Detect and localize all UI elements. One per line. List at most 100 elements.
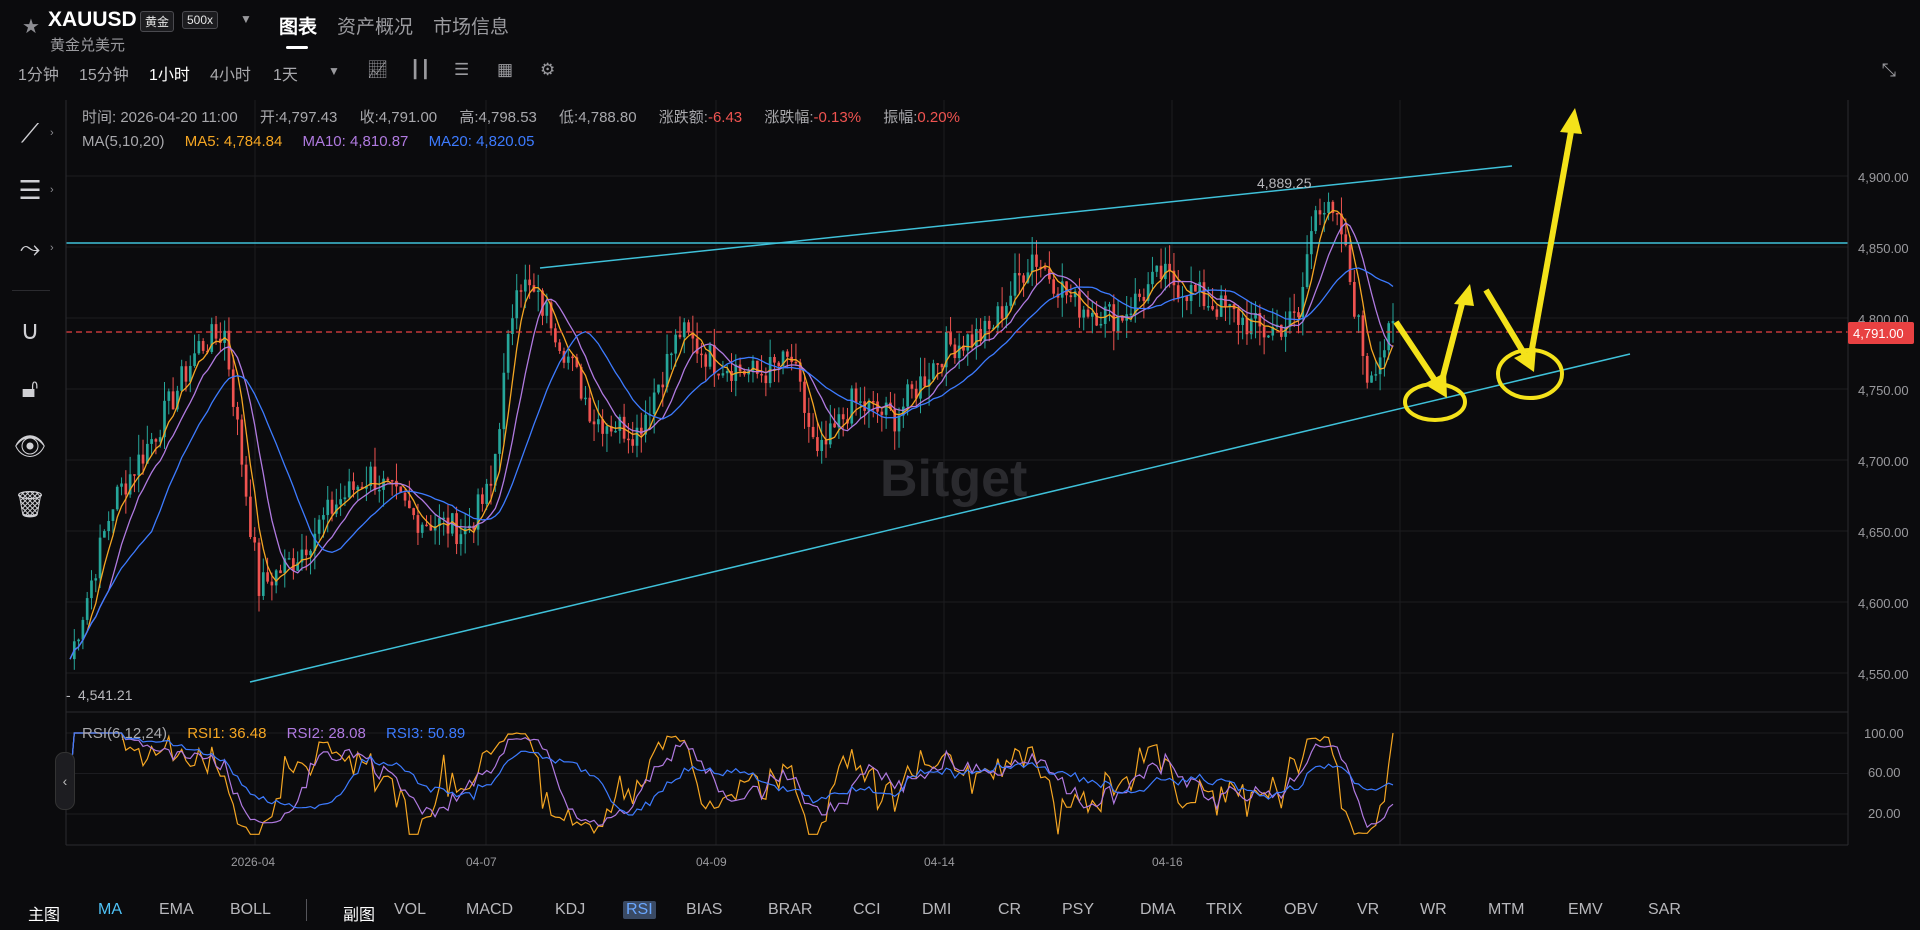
candle-body (416, 515, 420, 533)
candle-body (377, 489, 381, 492)
indicator-kdj[interactable]: KDJ (555, 901, 585, 919)
candle-body (932, 363, 935, 380)
candle-body (343, 497, 347, 500)
indicator-bar: 主图 MA EMA BOLL 副图 VOL MACD KDJ RSI BIAS BRAR C… (0, 885, 1920, 925)
candle-body (820, 439, 824, 452)
candle-body (85, 598, 89, 620)
indicator-cr[interactable]: CR (998, 901, 1021, 919)
candle-body (244, 464, 248, 497)
candle-body (322, 515, 325, 520)
high-marker: 4,889.25 (1257, 175, 1312, 191)
candle-body (545, 302, 549, 316)
annotation-arrow-up-1[interactable] (1437, 295, 1467, 389)
candle-body (588, 397, 592, 422)
candle-body (270, 581, 274, 586)
candle-body (1185, 296, 1189, 302)
indicator-dma[interactable]: DMA (1140, 901, 1176, 919)
candle-body (455, 513, 458, 545)
indicator-rsi[interactable]: RSI (623, 901, 656, 919)
candle-body (1069, 295, 1073, 298)
candle-body (240, 419, 244, 465)
candle-body (515, 290, 519, 319)
rsi1-line (69, 732, 1394, 836)
candle-body (103, 531, 106, 538)
rsi-axis: 100.00 60.00 20.00 (1864, 726, 1904, 821)
candle-body (171, 391, 175, 410)
candle-body (420, 524, 424, 533)
date-tick: 2026-04 (231, 855, 275, 869)
annotation-arrow-down-2[interactable] (1483, 288, 1531, 362)
ascending-resistance-line[interactable] (539, 165, 1513, 269)
candle-body (897, 415, 901, 432)
indicator-vol[interactable]: VOL (394, 901, 426, 919)
candle-body (523, 279, 527, 292)
candle-body (227, 330, 231, 370)
indicator-vr[interactable]: VR (1357, 901, 1379, 919)
candle-body (1348, 245, 1352, 282)
candle-body (214, 324, 218, 339)
candle-body (1378, 357, 1382, 375)
indicator-psy[interactable]: PSY (1062, 901, 1094, 919)
ma5-number: 4,784.84 (223, 133, 283, 150)
price-axis: 4,900.00 4,850.00 4,800.00 4,750.00 4,70… (1858, 170, 1909, 682)
candle-body (566, 356, 570, 363)
candle-body (1155, 265, 1159, 272)
candle-body (536, 290, 540, 292)
candle-body (403, 492, 407, 501)
candle-body (880, 411, 884, 415)
candle-body (1176, 285, 1180, 298)
candle-body (1151, 271, 1154, 285)
candle-body (983, 320, 987, 342)
indicator-wr[interactable]: WR (1420, 901, 1447, 919)
indicator-mtm[interactable]: MTM (1488, 901, 1524, 919)
candle-body (592, 421, 596, 425)
candle-body (906, 384, 909, 407)
candle-body (386, 478, 390, 481)
indicator-ma[interactable]: MA (98, 901, 122, 919)
candle-body (506, 334, 510, 373)
candle-body (579, 366, 583, 399)
indicator-obv[interactable]: OBV (1284, 901, 1318, 919)
candle-body (1009, 295, 1013, 306)
indicator-sar[interactable]: SAR (1648, 901, 1681, 919)
candle-body (519, 290, 523, 292)
ma20-number: 4,820.05 (476, 133, 535, 150)
date-tick: 04-07 (466, 855, 497, 869)
candle-body (764, 375, 768, 384)
open-label: 开: (259, 109, 280, 126)
candle-body (1052, 279, 1055, 294)
ma10-number: 4,810.87 (350, 133, 409, 150)
candle-body (970, 334, 974, 347)
indicator-bias[interactable]: BIAS (686, 901, 722, 919)
candle-body (725, 370, 729, 374)
candle-body (597, 419, 600, 425)
indicator-macd[interactable]: MACD (466, 901, 513, 919)
close-value: 4,791.00 (378, 109, 438, 126)
arrowhead (1560, 108, 1582, 134)
candle-body (154, 439, 158, 442)
candle-body (708, 345, 712, 367)
candle-body (639, 427, 643, 435)
indicator-emv[interactable]: EMV (1568, 901, 1603, 919)
candle-body (1164, 263, 1167, 280)
candle-body (261, 572, 265, 596)
price-tick: 4,750.00 (1858, 383, 1909, 398)
candle-body (347, 481, 351, 498)
candle-body (949, 332, 952, 345)
indicator-trix[interactable]: TRIX (1206, 901, 1242, 919)
indicator-boll[interactable]: BOLL (230, 901, 271, 919)
rsi1-value: RSI1: 36.48 (187, 725, 266, 742)
collapse-panel-button[interactable]: ‹ (55, 752, 75, 810)
sub-chart-label: 副图 (343, 907, 376, 924)
candle-body (816, 437, 819, 452)
indicator-brar[interactable]: BRAR (768, 901, 812, 919)
indicator-dmi[interactable]: DMI (922, 901, 951, 919)
candle-body (77, 639, 80, 642)
amplitude-label: 振幅: (883, 109, 918, 126)
indicator-ema[interactable]: EMA (159, 901, 194, 919)
candle-body (627, 438, 630, 441)
ma20-label: MA20: (428, 133, 472, 150)
candle-body (90, 580, 93, 599)
indicator-cci[interactable]: CCI (853, 901, 881, 919)
candle-body (279, 570, 282, 574)
